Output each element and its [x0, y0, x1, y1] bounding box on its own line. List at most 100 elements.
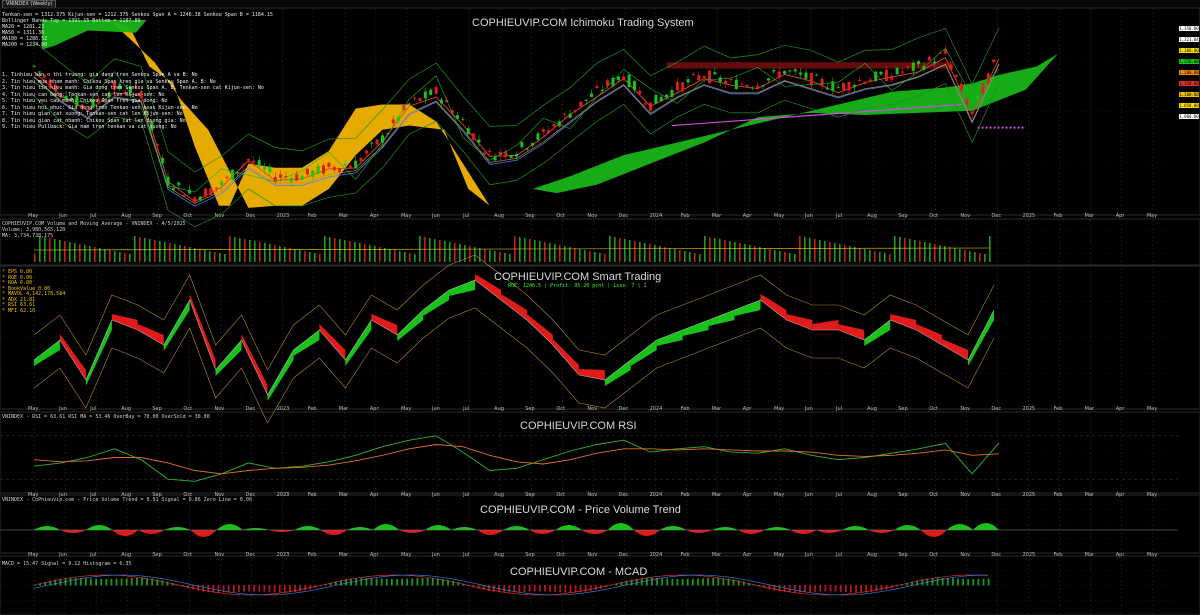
macd-histogram-bar	[829, 585, 832, 592]
volume-bar	[249, 240, 251, 262]
macd-histogram-bar	[707, 578, 709, 586]
volume-bar	[549, 243, 551, 262]
time-axis-label: Jun	[804, 406, 813, 412]
time-axis-label: Mar	[339, 552, 349, 558]
time-axis-label: 2023	[277, 213, 290, 219]
time-axis-label: Aug	[121, 213, 131, 219]
time-axis-label: Jun	[804, 492, 813, 498]
volume-bar	[554, 244, 556, 262]
chart-canvas[interactable]: May May May May Jun Jun Jun Jun Jul Jul Jul Jul Aug A…	[0, 0, 1200, 615]
volume-bar	[429, 238, 431, 262]
macd-histogram-bar	[227, 585, 230, 593]
candle	[155, 143, 159, 146]
candle	[407, 103, 411, 105]
candle	[686, 79, 690, 83]
time-axis-label: Oct	[556, 492, 565, 498]
time-axis-label: Dec	[618, 213, 628, 219]
time-axis-label: Apr	[743, 213, 753, 219]
volume-bar	[809, 238, 811, 262]
candle	[681, 82, 685, 92]
macd-histogram-bar	[136, 577, 138, 586]
volume-bar	[704, 236, 706, 262]
candle	[745, 85, 749, 87]
volume-bar	[839, 244, 841, 262]
candle	[847, 82, 851, 91]
volume-bar	[734, 242, 736, 262]
candle	[354, 160, 358, 169]
time-axis-label: Aug	[494, 213, 504, 219]
macd-histogram-bar	[268, 585, 271, 593]
volume-bar	[744, 244, 746, 262]
candle	[772, 69, 776, 72]
time-axis-label: Sep	[525, 492, 534, 498]
macd-histogram-bar	[702, 578, 704, 586]
volume-bar	[869, 250, 871, 262]
volume-bar	[499, 252, 501, 262]
candle	[343, 164, 347, 166]
time-axis-label: Feb	[308, 552, 317, 558]
time-axis-label: Sep	[152, 213, 161, 219]
volume-bar	[764, 248, 766, 262]
volume-bar	[879, 252, 881, 262]
volume-bar	[899, 237, 901, 262]
volume-bar	[324, 236, 326, 262]
candle	[895, 67, 899, 75]
time-axis-label: Nov	[960, 552, 970, 558]
volume-bar	[719, 239, 721, 262]
macd-histogram-bar	[115, 578, 118, 586]
time-axis-label: Oct	[183, 552, 192, 558]
volume-bar	[989, 236, 991, 262]
macd-histogram-bar	[232, 585, 235, 593]
macd-histogram-bar	[972, 578, 975, 586]
time-axis-label: Sep	[525, 552, 534, 558]
volume-bar	[94, 247, 96, 262]
candle	[890, 75, 894, 80]
volume-bar	[274, 245, 276, 262]
candle	[311, 170, 315, 177]
macd-histogram-bar	[697, 578, 699, 586]
time-axis-label: Aug	[494, 552, 504, 558]
time-axis-label: Jun	[58, 552, 67, 558]
candle	[429, 89, 433, 95]
time-axis-label: Aug	[867, 213, 877, 219]
macd-histogram-bar	[258, 585, 261, 592]
volume-bar	[794, 254, 796, 262]
volume-bar	[619, 238, 621, 262]
price-scale[interactable]: 1,350.00 1,321.04 1,300.00 1,250.00 1,200.00…	[1178, 26, 1200, 216]
candle	[643, 103, 647, 105]
macd-histogram-bar	[763, 585, 766, 588]
macd-histogram-bar	[375, 578, 378, 586]
time-axis-label: Nov	[960, 213, 970, 219]
candle	[536, 133, 540, 140]
time-axis-label: Sep	[525, 213, 534, 219]
macd-histogram-bar	[931, 578, 934, 586]
time-axis-label: Feb	[681, 552, 690, 558]
ichimoku-note-6: 7. Tin hieu gian cat xuong: Tenkan-sen c…	[2, 111, 183, 117]
volume-bar	[629, 240, 631, 262]
volume-bar	[74, 243, 76, 262]
macd-histogram-bar	[982, 578, 985, 586]
candle	[842, 82, 846, 91]
macd-histogram-bar	[187, 585, 189, 589]
time-axis-label: Mar	[712, 492, 722, 498]
candle	[423, 91, 427, 99]
time-axis-label: Aug	[867, 552, 877, 558]
price-tag: 1,100.00	[1179, 92, 1199, 97]
time-axis-label: May	[401, 213, 411, 219]
volume-bar	[214, 252, 216, 262]
smart-title: COPHIEUVIP.COM Smart Trading	[494, 271, 662, 283]
macd-histogram-bar	[370, 578, 373, 586]
time-axis-label: Mar	[339, 406, 349, 412]
macd-histogram-bar	[946, 578, 949, 586]
candle	[204, 188, 208, 197]
candle	[970, 113, 974, 115]
time-axis-label: Mar	[712, 552, 722, 558]
macd-histogram-bar	[120, 578, 123, 586]
time-axis-label: Jul	[835, 492, 842, 498]
time-axis-label: Mar	[712, 406, 722, 412]
time-axis-label: Nov	[214, 406, 224, 412]
candle	[659, 96, 663, 102]
macd-legend: MACD = 15.47 Signal = 9.12 Histogram = 6…	[2, 561, 132, 567]
macd-title: COPHIEUVIP.COM - MCAD	[510, 566, 648, 578]
volume-bar	[404, 252, 406, 262]
